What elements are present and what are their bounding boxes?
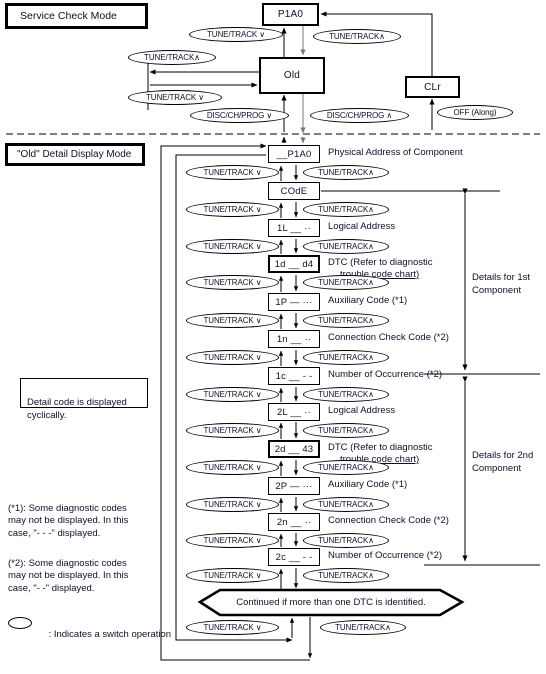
detail-row-9-description: Auxiliary Code (*1) bbox=[328, 479, 408, 490]
service-check-mode-label: Service Check Mode bbox=[20, 10, 117, 22]
detail-code-box-9-label: 2P — ··· bbox=[275, 480, 313, 492]
state-box-p1a0-label: P1A0 bbox=[277, 9, 304, 20]
continued-hexagon: Continued if more than one DTC is identi… bbox=[200, 590, 462, 615]
cyclic-note-box: Detail code is displayed cyclically. bbox=[20, 378, 148, 421]
switch-tune-track-down-top[interactable]: TUNE/TRACK ∨ bbox=[189, 27, 283, 42]
switch-tune-track-down-row-4[interactable]: TUNE/TRACK ∨ bbox=[186, 313, 279, 328]
switch-tune-track-down-row-9[interactable]: TUNE/TRACK ∨ bbox=[186, 497, 279, 512]
bracket-2-label: Details for 2nd Component bbox=[472, 450, 534, 474]
detail-code-box-10[interactable]: 2n __ ·· bbox=[268, 513, 320, 531]
detail-row-6-description: Number of Occurrence (*2) bbox=[328, 369, 443, 380]
flow-diagram-canvas: Service Check Mode "Old" Detail Display … bbox=[0, 0, 546, 674]
old-detail-display-mode-label: "Old" Detail Display Mode bbox=[17, 149, 132, 160]
switch-off-along[interactable]: OFF (Along) bbox=[437, 105, 513, 120]
switch-tune-track-down-row-5[interactable]: TUNE/TRACK ∨ bbox=[186, 350, 279, 365]
state-box-clr[interactable]: CLr bbox=[405, 76, 460, 98]
detail-code-box-7-label: 2L __ ·· bbox=[277, 406, 311, 418]
detail-row-8-description: DTC (Refer to diagnostic bbox=[328, 442, 433, 453]
switch-tune-track-down-after-hexagon[interactable]: TUNE/TRACK ∨ bbox=[186, 620, 279, 635]
switch-tune-track-up-row-10[interactable]: TUNE/TRACK∧ bbox=[303, 533, 389, 548]
switch-tune-track-up-row-3[interactable]: TUNE/TRACK∧ bbox=[303, 275, 389, 290]
switch-tune-track-up-top[interactable]: TUNE/TRACK∧ bbox=[313, 29, 401, 44]
switch-tune-track-down-old[interactable]: TUNE/TRACK ∨ bbox=[128, 90, 222, 105]
detail-code-box-0[interactable]: __P1A0 bbox=[268, 145, 320, 163]
detail-code-box-4-label: 1P — ··· bbox=[275, 296, 313, 308]
switch-tune-track-down-row-2[interactable]: TUNE/TRACK ∨ bbox=[186, 239, 279, 254]
state-box-old[interactable]: Old bbox=[259, 57, 325, 94]
switch-tune-track-down-row-3[interactable]: TUNE/TRACK ∨ bbox=[186, 275, 279, 290]
detail-code-box-11[interactable]: 2c __ - - bbox=[268, 548, 320, 566]
state-box-p1a0[interactable]: P1A0 bbox=[262, 3, 319, 26]
detail-row-4-description: Auxiliary Code (*1) bbox=[328, 295, 408, 306]
switch-disc-ch-prog-down[interactable]: DISC/CH/PROG ∨ bbox=[190, 108, 289, 123]
switch-tune-track-down-row-1[interactable]: TUNE/TRACK ∨ bbox=[186, 202, 279, 217]
detail-code-box-2-label: 1L __ ·· bbox=[277, 222, 311, 234]
state-box-old-label: Old bbox=[283, 70, 301, 81]
switch-tune-track-up-row-8[interactable]: TUNE/TRACK∧ bbox=[303, 460, 389, 475]
cyclic-note-text: Detail code is displayed cyclically. bbox=[27, 397, 127, 421]
switch-tune-track-up-row-9[interactable]: TUNE/TRACK∧ bbox=[303, 497, 389, 512]
switch-tune-track-up-row-4[interactable]: TUNE/TRACK∧ bbox=[303, 313, 389, 328]
detail-row-5-description: Connection Check Code (*2) bbox=[328, 332, 449, 343]
detail-code-box-6[interactable]: 1c __ - - bbox=[268, 367, 320, 385]
detail-row-2-description: Logical Address bbox=[328, 221, 396, 232]
detail-code-box-5-label: 1n __ ·· bbox=[276, 333, 312, 345]
detail-row-3-description: DTC (Refer to diagnostic bbox=[328, 257, 433, 268]
switch-tune-track-up-row-7[interactable]: TUNE/TRACK∧ bbox=[303, 423, 389, 438]
state-box-clr-label: CLr bbox=[424, 81, 441, 93]
footnote-1: (*1): Some diagnostic codes may not be d… bbox=[8, 502, 129, 539]
detail-code-box-7[interactable]: 2L __ ·· bbox=[268, 403, 320, 421]
detail-code-box-3-label: 1d __ d4 bbox=[274, 258, 314, 270]
switch-tune-track-up-row-0[interactable]: TUNE/TRACK∧ bbox=[303, 165, 389, 180]
switch-symbol-icon bbox=[8, 617, 32, 629]
switch-tune-track-up-row-5[interactable]: TUNE/TRACK∧ bbox=[303, 350, 389, 365]
detail-code-box-3[interactable]: 1d __ d4 bbox=[268, 255, 320, 273]
detail-row-10-description: Connection Check Code (*2) bbox=[328, 515, 449, 526]
detail-code-box-0-label: __P1A0 bbox=[276, 148, 312, 160]
detail-code-box-1-label: COdE bbox=[280, 185, 308, 197]
detail-row-11-description: Number of Occurrence (*2) bbox=[328, 550, 443, 561]
switch-tune-track-up-row-1[interactable]: TUNE/TRACK∧ bbox=[303, 202, 389, 217]
footnote-2: (*2): Some diagnostic codes may not be d… bbox=[8, 557, 129, 594]
old-detail-display-mode-header: "Old" Detail Display Mode bbox=[5, 143, 145, 166]
detail-code-box-9[interactable]: 2P — ··· bbox=[268, 477, 320, 495]
switch-tune-track-down-row-8[interactable]: TUNE/TRACK ∨ bbox=[186, 460, 279, 475]
switch-tune-track-down-row-11[interactable]: TUNE/TRACK ∨ bbox=[186, 568, 279, 583]
detail-row-0-description: Physical Address of Component bbox=[328, 147, 463, 158]
detail-code-box-11-label: 2c __ - - bbox=[275, 551, 313, 563]
switch-tune-track-up-row-6[interactable]: TUNE/TRACK∧ bbox=[303, 387, 389, 402]
bracket-1-label: Details for 1st Component bbox=[472, 272, 531, 296]
switch-tune-track-down-row-10[interactable]: TUNE/TRACK ∨ bbox=[186, 533, 279, 548]
switch-tune-track-up-old[interactable]: TUNE/TRACK∧ bbox=[128, 50, 216, 65]
detail-code-box-8[interactable]: 2d __ 43 bbox=[268, 440, 320, 458]
detail-code-box-5[interactable]: 1n __ ·· bbox=[268, 330, 320, 348]
detail-code-box-8-label: 2d __ 43 bbox=[274, 443, 314, 455]
continued-hexagon-label: Continued if more than one DTC is identi… bbox=[236, 597, 426, 608]
switch-tune-track-down-row-7[interactable]: TUNE/TRACK ∨ bbox=[186, 423, 279, 438]
service-check-mode-header: Service Check Mode bbox=[5, 3, 148, 29]
detail-code-box-2[interactable]: 1L __ ·· bbox=[268, 219, 320, 237]
switch-tune-track-down-row-6[interactable]: TUNE/TRACK ∨ bbox=[186, 387, 279, 402]
switch-disc-ch-prog-up[interactable]: DISC/CH/PROG ∧ bbox=[310, 108, 409, 123]
switch-tune-track-down-row-0[interactable]: TUNE/TRACK ∨ bbox=[186, 165, 279, 180]
switch-tune-track-up-row-11[interactable]: TUNE/TRACK∧ bbox=[303, 568, 389, 583]
legend-label: : Indicates a switch operation bbox=[48, 628, 172, 640]
detail-code-box-4[interactable]: 1P — ··· bbox=[268, 293, 320, 311]
detail-code-box-6-label: 1c __ - - bbox=[275, 370, 313, 382]
switch-tune-track-up-after-hexagon[interactable]: TUNE/TRACK∧ bbox=[320, 620, 406, 635]
detail-code-box-10-label: 2n __ ·· bbox=[276, 516, 312, 528]
detail-code-box-1[interactable]: COdE bbox=[268, 182, 320, 200]
switch-tune-track-up-row-2[interactable]: TUNE/TRACK∧ bbox=[303, 239, 389, 254]
detail-row-7-description: Logical Address bbox=[328, 405, 396, 416]
